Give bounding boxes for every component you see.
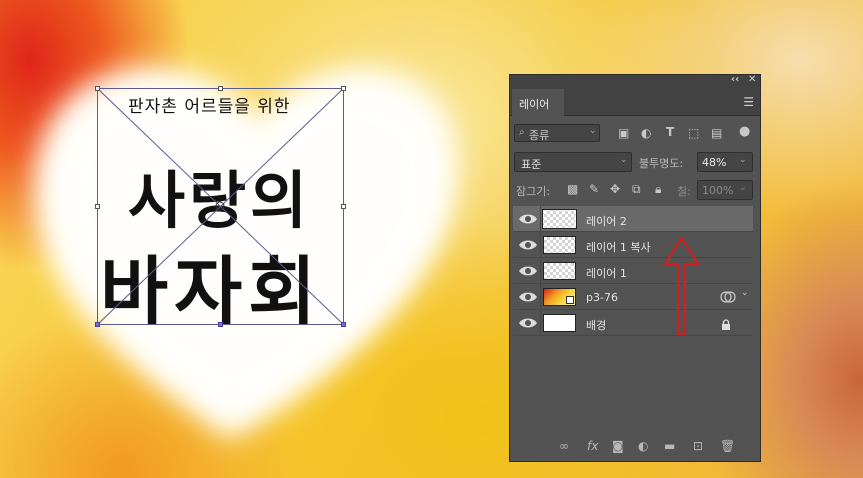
annotation-arrow — [663, 236, 700, 336]
